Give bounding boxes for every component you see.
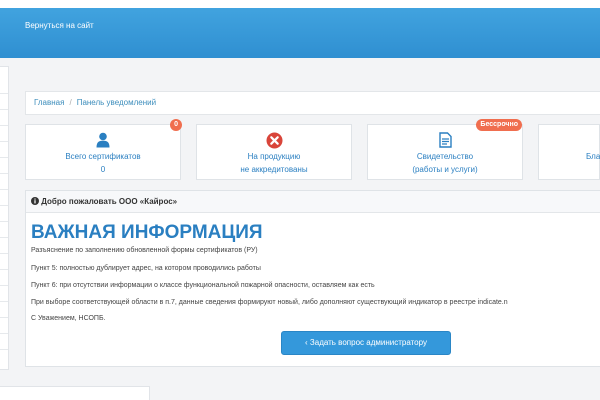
card-label: Свидетельство (416, 152, 474, 161)
welcome-heading: Добро пожаловать ООО «Кайрос» (41, 197, 178, 206)
card-label: Бла (586, 152, 600, 161)
card-label: Всего сертификатов (65, 152, 141, 161)
info-line: Пункт 6: при отсутствии информации о кла… (31, 282, 375, 289)
sidebar-divider (0, 333, 8, 334)
sidebar-divider (0, 125, 8, 126)
card-partial[interactable]: Бла (538, 124, 600, 180)
info-line: Разъяснение по заполнению обновленной фо… (31, 247, 258, 254)
ask-admin-label: Задать вопрос администратору (309, 338, 427, 347)
sidebar-divider (0, 173, 8, 174)
sidebar-divider (0, 221, 8, 222)
sidebar-divider (0, 349, 8, 350)
ask-admin-button[interactable]: ‹ Задать вопрос администратору (281, 331, 451, 355)
card-sublabel: (работы и услуги) (412, 165, 478, 174)
top-strip (0, 0, 600, 8)
sidebar-divider (0, 317, 8, 318)
sidebar-divider (0, 109, 8, 110)
sidebar-divider (0, 141, 8, 142)
card-value: 0 (100, 165, 106, 174)
info-circle-icon (31, 197, 41, 206)
panel-header: Добро пожаловать ООО «Кайрос» (26, 191, 600, 213)
sidebar-divider (0, 285, 8, 286)
sidebar-divider (0, 205, 8, 206)
info-line: С Уважением, НСОПБ. (31, 315, 106, 322)
info-line: При выборе соответствующей области в п.7… (31, 299, 508, 306)
sidebar-divider (0, 93, 8, 94)
close-circle-icon (197, 131, 351, 149)
card-not-accredited[interactable]: На продукцию не аккредитованы (196, 124, 352, 180)
breadcrumb-home[interactable]: Главная (34, 98, 64, 107)
count-badge: 0 (170, 119, 182, 131)
info-panel: Добро пожаловать ООО «Кайрос» ВАЖНАЯ ИНФ… (25, 190, 600, 367)
user-icon (26, 131, 180, 149)
info-line: Пункт 5: полностью дублирует адрес, на к… (31, 265, 261, 272)
breadcrumb-separator: / (69, 98, 72, 107)
card-total-certificates[interactable]: 0 Всего сертификатов 0 (25, 119, 182, 180)
back-to-site-link[interactable]: Вернуться на сайт (25, 21, 94, 30)
status-badge: Бессрочно (476, 119, 522, 131)
sidebar-footer (0, 386, 150, 400)
sidebar-divider (0, 157, 8, 158)
chevron-left-icon: ‹ (305, 338, 308, 347)
breadcrumb-current[interactable]: Панель уведомлений (77, 98, 156, 107)
sidebar-divider (0, 301, 8, 302)
sidebar-divider (0, 253, 8, 254)
sidebar-divider (0, 237, 8, 238)
sidebar (0, 66, 9, 370)
sidebar-divider (0, 269, 8, 270)
sidebar-divider (0, 189, 8, 190)
important-info-title: ВАЖНАЯ ИНФОРМАЦИЯ (31, 222, 263, 243)
card-sublabel: не аккредитованы (240, 165, 308, 174)
document-icon (368, 131, 522, 149)
card-certificate-works[interactable]: Бессрочно Свидетельство (работы и услуги… (367, 119, 523, 180)
breadcrumb: Главная / Панель уведомлений (25, 91, 600, 115)
card-label: На продукцию (247, 152, 301, 161)
header-bar: Вернуться на сайт (0, 8, 600, 58)
